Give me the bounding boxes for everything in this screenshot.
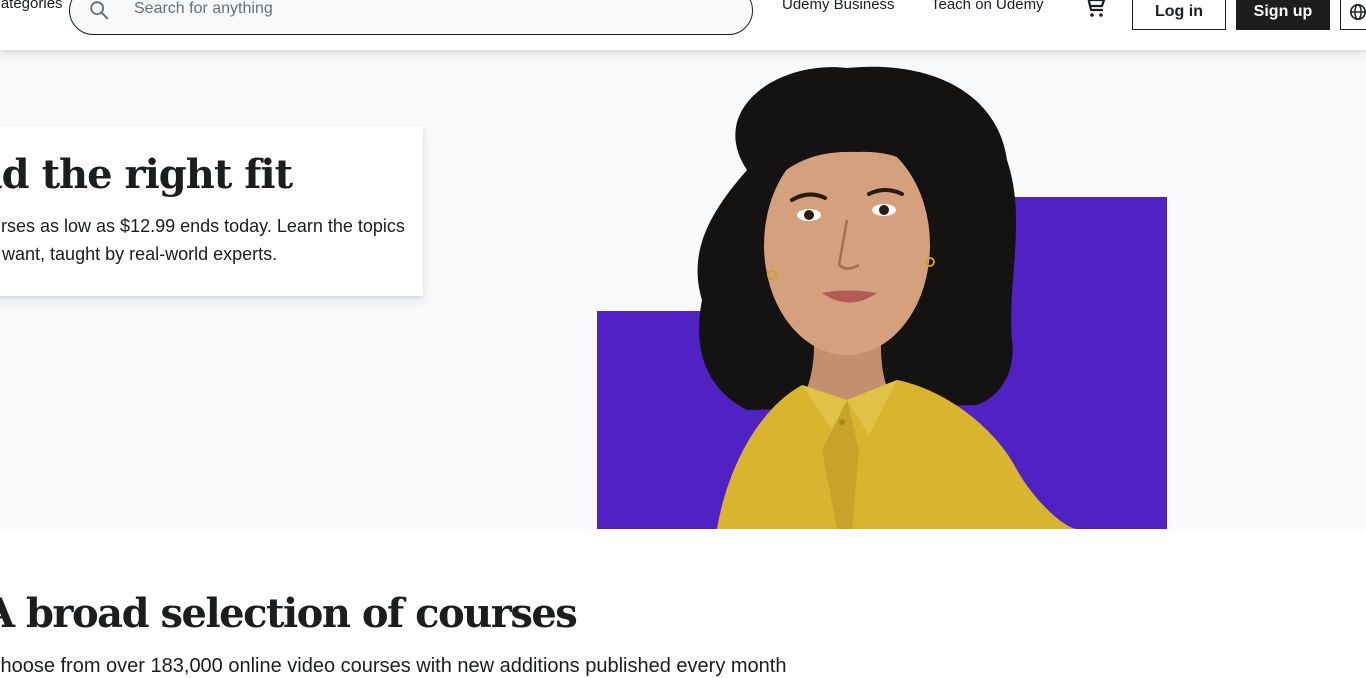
cart-icon[interactable] — [1082, 0, 1108, 20]
hero-description-line-2: you want, taught by real-world experts. — [0, 244, 278, 264]
top-navigation-bar: Categories Udemy Business Teach on Udemy… — [0, 0, 1366, 50]
hero-image — [597, 66, 1167, 529]
login-button[interactable]: Log in — [1132, 0, 1226, 30]
section-subtitle: Choose from over 183,000 online video co… — [0, 655, 787, 677]
search-input[interactable] — [132, 0, 692, 21]
udemy-business-link[interactable]: Udemy Business — [782, 0, 895, 13]
teach-on-udemy-link[interactable]: Teach on Udemy — [931, 0, 1044, 13]
hero-description: Courses as low as $12.99 ends today. Lea… — [0, 212, 418, 268]
signup-button[interactable]: Sign up — [1236, 0, 1330, 30]
hero-banner: Find the right fit Courses as low as $12… — [0, 50, 1366, 529]
search-bar[interactable] — [69, 0, 753, 35]
section-title: A broad selection of courses — [0, 590, 578, 637]
hero-description-line-1: Courses as low as $12.99 ends today. Lea… — [0, 216, 405, 236]
categories-menu[interactable]: Categories — [0, 0, 63, 12]
hero-promo-card: Find the right fit Courses as low as $12… — [0, 126, 423, 296]
globe-icon — [1349, 3, 1366, 21]
language-button[interactable] — [1340, 0, 1366, 30]
hero-title: Find the right fit — [0, 151, 293, 198]
search-icon[interactable] — [88, 0, 110, 21]
